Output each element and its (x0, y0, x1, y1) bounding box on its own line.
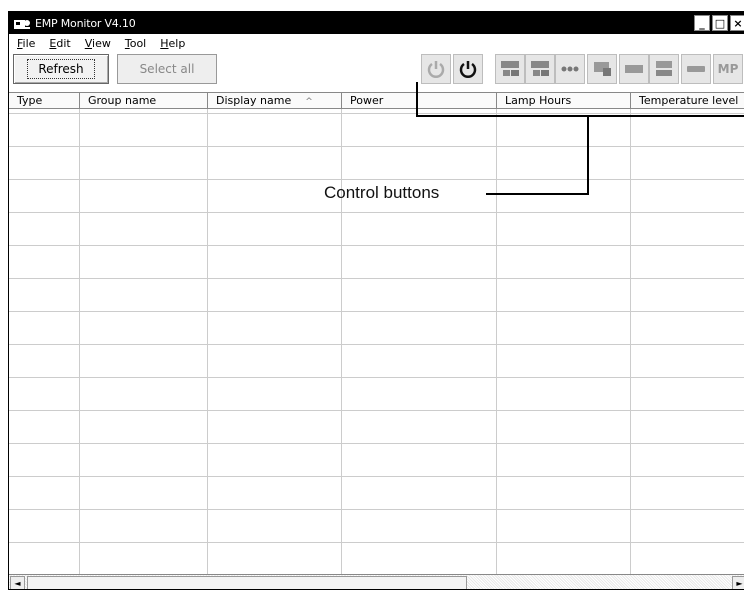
grid-line (9, 278, 744, 279)
minimize-button[interactable]: _ (694, 15, 710, 31)
scroll-thumb[interactable] (27, 576, 467, 589)
emp-monitor-window: EMP Monitor V4.10 _ □ × File Edit View T… (8, 11, 744, 590)
menu-tool[interactable]: Tool (125, 37, 146, 50)
menu-help[interactable]: Help (160, 37, 185, 50)
menu-view[interactable]: View (85, 37, 111, 50)
a-v-mute-icon[interactable] (619, 54, 649, 84)
grid-line (9, 245, 744, 246)
grid-line (9, 509, 744, 510)
horizontal-scrollbar[interactable]: ◄ ► (9, 574, 744, 589)
sort-ascending-icon: ^ (305, 97, 313, 107)
menu-edit[interactable]: Edit (49, 37, 70, 50)
select-all-button[interactable]: Select all (117, 54, 217, 84)
close-button[interactable]: × (730, 15, 744, 31)
scroll-left-button[interactable]: ◄ (10, 576, 25, 589)
freeze-icon[interactable] (681, 54, 711, 84)
grid-line (9, 476, 744, 477)
computer2-source-icon[interactable] (525, 54, 555, 84)
callout-leader-horizontal (486, 193, 589, 195)
computer1-source-icon[interactable] (495, 54, 525, 84)
grid-line (9, 410, 744, 411)
app-projector-icon (14, 20, 30, 29)
callout-bracket-bottom (416, 115, 744, 117)
window-title: EMP Monitor V4.10 (35, 16, 136, 30)
column-group-name[interactable]: Group name (80, 93, 208, 108)
title-bar: EMP Monitor V4.10 _ □ × (9, 12, 744, 34)
power-on-icon[interactable] (421, 54, 451, 84)
control-buttons-callout: Control buttons (324, 183, 440, 202)
grid-line (9, 146, 744, 147)
projector-list: Type Group name Display name ^ Power Lamp… (9, 92, 744, 574)
refresh-button[interactable]: Refresh (13, 54, 109, 84)
power-off-icon[interactable] (453, 54, 483, 84)
scroll-right-button[interactable]: ► (732, 576, 744, 589)
video-source-icon[interactable] (555, 54, 585, 84)
grid-line (9, 311, 744, 312)
callout-bracket-left (416, 82, 418, 117)
maximize-button[interactable]: □ (712, 15, 728, 31)
grid-line (9, 377, 744, 378)
grid-line (9, 212, 744, 213)
column-lamp-hours[interactable]: Lamp Hours (497, 93, 631, 108)
menu-bar: File Edit View Tool Help (9, 34, 744, 52)
mp-icon[interactable]: MP (713, 54, 743, 84)
grid-line (9, 113, 744, 114)
grid-line (9, 542, 744, 543)
column-power[interactable]: Power (342, 93, 497, 108)
table-header: Type Group name Display name ^ Power Lamp… (9, 92, 744, 109)
column-temperature-level[interactable]: Temperature level (631, 93, 744, 108)
display-source-icon[interactable] (649, 54, 679, 84)
grid-line (9, 179, 744, 180)
column-type[interactable]: Type (9, 93, 80, 108)
toolbar: Refresh Select all MP (9, 52, 744, 86)
callout-leader-vertical (587, 115, 589, 195)
grid-line (9, 443, 744, 444)
menu-file[interactable]: File (17, 37, 35, 50)
column-display-name[interactable]: Display name ^ (208, 93, 342, 108)
grid-line (9, 344, 744, 345)
svideo-source-icon[interactable] (587, 54, 617, 84)
